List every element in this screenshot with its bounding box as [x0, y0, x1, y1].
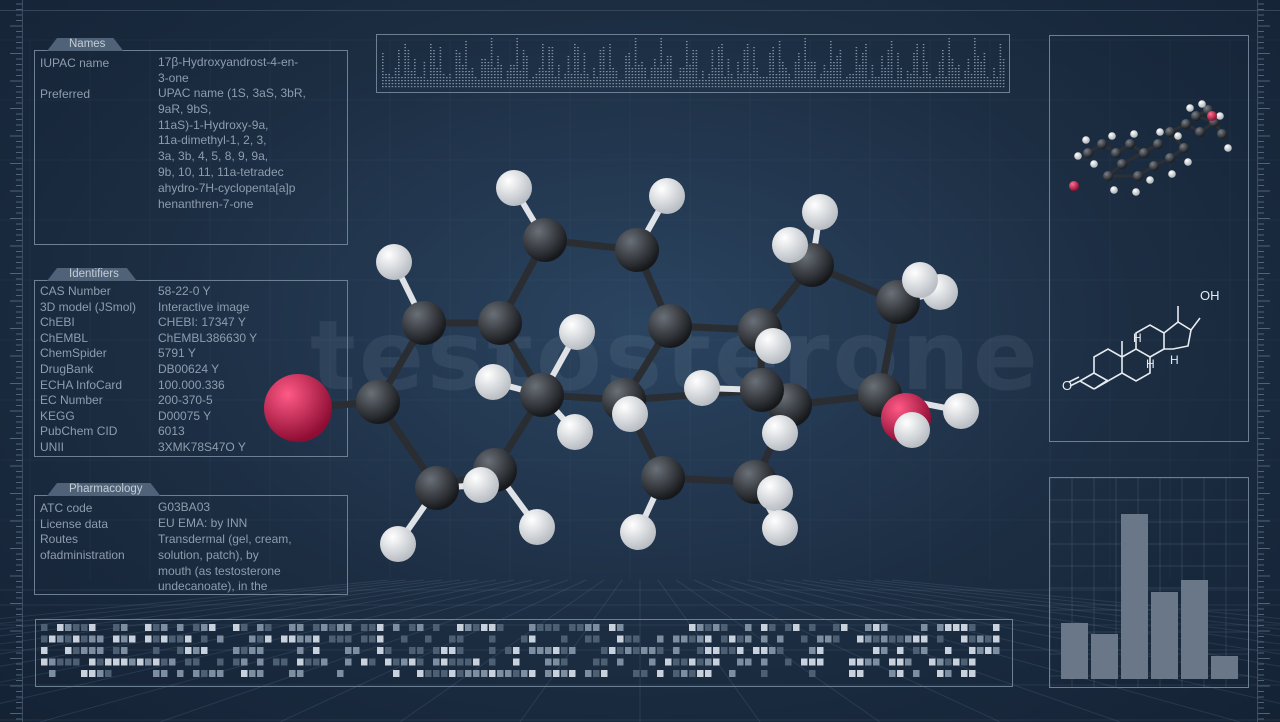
structure-panel: O OH H H H — [1049, 35, 1249, 442]
hydrogen-atom — [649, 178, 685, 214]
carbon-atom — [523, 218, 567, 262]
carbon-atom — [641, 456, 685, 500]
carbon-atom — [740, 368, 784, 412]
formula-h1: H — [1146, 357, 1155, 371]
bar — [1211, 655, 1238, 679]
hydrogen-atom — [757, 475, 793, 511]
hydrogen-atom — [902, 262, 938, 298]
formula-h3: H — [1170, 353, 1179, 367]
hydrogen-atom — [496, 170, 532, 206]
oxygen-atom — [264, 374, 332, 442]
hydrogen-atom — [894, 412, 930, 448]
hydrogen-atom — [557, 414, 593, 450]
carbon-atom — [356, 380, 400, 424]
hydrogen-atom — [684, 370, 720, 406]
bar — [1121, 514, 1148, 679]
hydrogen-atom — [943, 393, 979, 429]
hydrogen-atom — [376, 244, 412, 280]
hydrogen-atom — [475, 364, 511, 400]
hydrogen-atom — [762, 510, 798, 546]
carbon-atom — [402, 301, 446, 345]
hydrogen-atom — [559, 314, 595, 350]
hydrogen-atom — [802, 194, 838, 230]
carbon-atom — [615, 228, 659, 272]
bar — [1151, 591, 1178, 679]
bar-chart-panel — [1049, 477, 1249, 688]
formula-oh: OH — [1200, 288, 1220, 303]
bar — [1181, 580, 1208, 679]
bar — [1061, 622, 1088, 679]
carbon-atom — [520, 373, 564, 417]
hydrogen-atom — [772, 227, 808, 263]
formula-o: O — [1062, 378, 1072, 393]
hydrogen-atom — [463, 467, 499, 503]
skeletal-formula: O OH H H H — [1062, 288, 1220, 393]
hydrogen-atom — [620, 514, 656, 550]
small-molecule-model — [1069, 100, 1232, 196]
hydrogen-atom — [519, 509, 555, 545]
hydrogen-atom — [755, 328, 791, 364]
carbon-atom — [648, 304, 692, 348]
carbon-atom — [415, 466, 459, 510]
formula-h2: H — [1133, 331, 1142, 345]
carbon-atom — [478, 301, 522, 345]
hydrogen-atom — [612, 396, 648, 432]
hydrogen-atom — [380, 526, 416, 562]
bar — [1091, 634, 1118, 679]
hydrogen-atom — [762, 415, 798, 451]
